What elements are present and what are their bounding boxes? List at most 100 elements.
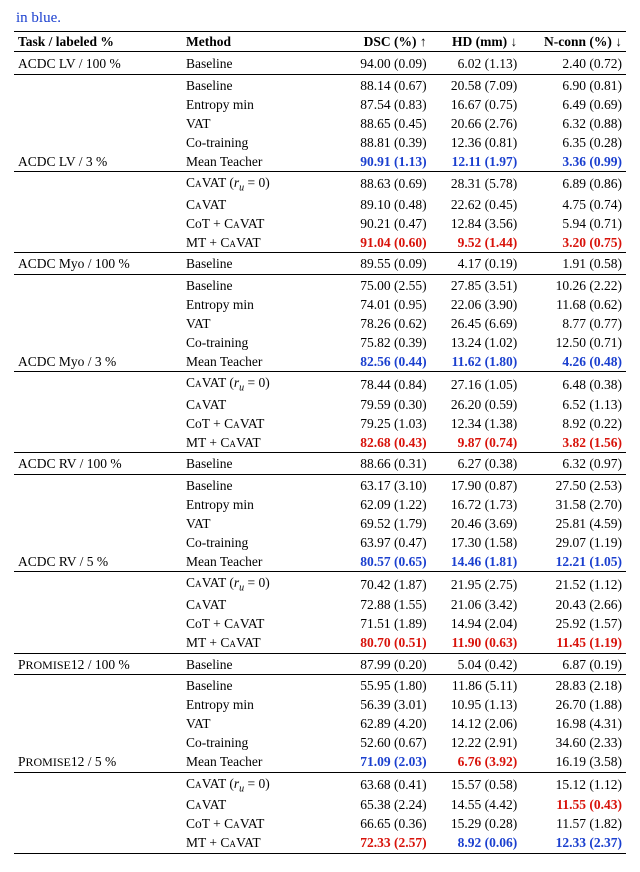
task-cell bbox=[14, 314, 182, 333]
method-cell: CoT + CaVAT bbox=[182, 615, 340, 634]
table-row: CoT + CaVAT66.65 (0.36)15.29 (0.28)11.57… bbox=[14, 815, 626, 834]
table-row: MT + CaVAT82.68 (0.43)9.87 (0.74)3.82 (1… bbox=[14, 433, 626, 453]
task-cell: ACDC LV / 3 % bbox=[14, 152, 182, 172]
table-row: CaVAT89.10 (0.48)22.62 (0.45)4.75 (0.74) bbox=[14, 195, 626, 214]
table-cell: 2.40 (0.72) bbox=[521, 52, 626, 74]
table-row: Baseline88.14 (0.67)20.58 (7.09)6.90 (0.… bbox=[14, 74, 626, 95]
table-cell: 8.77 (0.77) bbox=[521, 314, 626, 333]
method-cell: Co-training bbox=[182, 133, 340, 152]
table-cell: 6.89 (0.86) bbox=[521, 172, 626, 196]
table-cell: 4.26 (0.48) bbox=[521, 352, 626, 372]
table-cell: 56.39 (3.01) bbox=[340, 696, 431, 715]
table-cell: 21.95 (2.75) bbox=[431, 572, 522, 596]
method-cell: Co-training bbox=[182, 533, 340, 552]
table-cell: 4.75 (0.74) bbox=[521, 195, 626, 214]
table-cell: 3.20 (0.75) bbox=[521, 233, 626, 253]
table-row: MT + CaVAT91.04 (0.60)9.52 (1.44)3.20 (0… bbox=[14, 233, 626, 253]
table-cell: 66.65 (0.36) bbox=[340, 815, 431, 834]
task-cell bbox=[14, 433, 182, 453]
table-cell: 74.01 (0.95) bbox=[340, 295, 431, 314]
table-cell: 3.82 (1.56) bbox=[521, 433, 626, 453]
table-row: CaVAT (ru = 0)88.63 (0.69)28.31 (5.78)6.… bbox=[14, 172, 626, 196]
header-row: Task / labeled % Method DSC (%) ↑ HD (mm… bbox=[14, 32, 626, 52]
method-cell: MT + CaVAT bbox=[182, 233, 340, 253]
table-cell: 17.30 (1.58) bbox=[431, 533, 522, 552]
task-cell bbox=[14, 634, 182, 654]
method-cell: VAT bbox=[182, 514, 340, 533]
task-cell bbox=[14, 372, 182, 396]
table-cell: 55.95 (1.80) bbox=[340, 675, 431, 696]
table-row: CaVAT65.38 (2.24)14.55 (4.42)11.55 (0.43… bbox=[14, 796, 626, 815]
method-cell: CaVAT bbox=[182, 195, 340, 214]
table-cell: 80.70 (0.51) bbox=[340, 634, 431, 654]
table-cell: 72.88 (1.55) bbox=[340, 596, 431, 615]
table-cell: 14.55 (4.42) bbox=[431, 796, 522, 815]
task-cell bbox=[14, 395, 182, 414]
table-cell: 12.36 (0.81) bbox=[431, 133, 522, 152]
task-cell: ACDC Myo / 3 % bbox=[14, 352, 182, 372]
table-cell: 12.21 (1.05) bbox=[521, 552, 626, 572]
table-cell: 11.45 (1.19) bbox=[521, 634, 626, 654]
table-row: Entropy min87.54 (0.83)16.67 (0.75)6.49 … bbox=[14, 95, 626, 114]
table-cell: 12.84 (3.56) bbox=[431, 214, 522, 233]
table-cell: 20.46 (3.69) bbox=[431, 514, 522, 533]
task-cell bbox=[14, 274, 182, 295]
table-cell: 12.33 (2.37) bbox=[521, 834, 626, 854]
table-cell: 79.25 (1.03) bbox=[340, 414, 431, 433]
method-cell: Baseline bbox=[182, 453, 340, 475]
method-cell: CoT + CaVAT bbox=[182, 815, 340, 834]
table-cell: 20.43 (2.66) bbox=[521, 596, 626, 615]
table-cell: 88.66 (0.31) bbox=[340, 453, 431, 475]
table-row: CaVAT (ru = 0)70.42 (1.87)21.95 (2.75)21… bbox=[14, 572, 626, 596]
task-cell bbox=[14, 675, 182, 696]
table-cell: 65.38 (2.24) bbox=[340, 796, 431, 815]
table-row: MT + CaVAT80.70 (0.51)11.90 (0.63)11.45 … bbox=[14, 634, 626, 654]
method-cell: CoT + CaVAT bbox=[182, 414, 340, 433]
table-cell: 62.89 (4.20) bbox=[340, 715, 431, 734]
table-cell: 62.09 (1.22) bbox=[340, 495, 431, 514]
task-cell bbox=[14, 514, 182, 533]
table-cell: 11.55 (0.43) bbox=[521, 796, 626, 815]
table-cell: 79.59 (0.30) bbox=[340, 395, 431, 414]
table-cell: 28.83 (2.18) bbox=[521, 675, 626, 696]
table-row: VAT78.26 (0.62)26.45 (6.69)8.77 (0.77) bbox=[14, 314, 626, 333]
table-cell: 29.07 (1.19) bbox=[521, 533, 626, 552]
task-cell bbox=[14, 214, 182, 233]
method-cell: Baseline bbox=[182, 274, 340, 295]
table-row: CaVAT (ru = 0)63.68 (0.41)15.57 (0.58)15… bbox=[14, 772, 626, 796]
table-cell: 63.97 (0.47) bbox=[340, 533, 431, 552]
table-cell: 82.56 (0.44) bbox=[340, 352, 431, 372]
table-cell: 12.11 (1.97) bbox=[431, 152, 522, 172]
task-cell bbox=[14, 815, 182, 834]
table-row: Co-training75.82 (0.39)13.24 (1.02)12.50… bbox=[14, 333, 626, 352]
table-cell: 6.48 (0.38) bbox=[521, 372, 626, 396]
table-cell: 12.50 (0.71) bbox=[521, 333, 626, 352]
table-row: CaVAT (ru = 0)78.44 (0.84)27.16 (1.05)6.… bbox=[14, 372, 626, 396]
table-cell: 52.60 (0.67) bbox=[340, 734, 431, 753]
table-row: ACDC LV / 3 %Mean Teacher90.91 (1.13)12.… bbox=[14, 152, 626, 172]
table-cell: 17.90 (0.87) bbox=[431, 474, 522, 495]
pre-text: in blue. bbox=[16, 10, 626, 27]
table-cell: 15.29 (0.28) bbox=[431, 815, 522, 834]
table-row: Baseline63.17 (3.10)17.90 (0.87)27.50 (2… bbox=[14, 474, 626, 495]
table-cell: 80.57 (0.65) bbox=[340, 552, 431, 572]
table-cell: 28.31 (5.78) bbox=[431, 172, 522, 196]
table-cell: 88.65 (0.45) bbox=[340, 114, 431, 133]
table-cell: 27.16 (1.05) bbox=[431, 372, 522, 396]
table-cell: 11.68 (0.62) bbox=[521, 295, 626, 314]
table-cell: 9.87 (0.74) bbox=[431, 433, 522, 453]
method-cell: Mean Teacher bbox=[182, 552, 340, 572]
table-row: Entropy min62.09 (1.22)16.72 (1.73)31.58… bbox=[14, 495, 626, 514]
table-row: VAT62.89 (4.20)14.12 (2.06)16.98 (4.31) bbox=[14, 715, 626, 734]
table-cell: 75.82 (0.39) bbox=[340, 333, 431, 352]
method-cell: CaVAT (ru = 0) bbox=[182, 172, 340, 196]
col-hd: HD (mm) ↓ bbox=[431, 32, 522, 52]
table-cell: 34.60 (2.33) bbox=[521, 734, 626, 753]
method-cell: CaVAT bbox=[182, 796, 340, 815]
table-cell: 75.00 (2.55) bbox=[340, 274, 431, 295]
table-cell: 31.58 (2.70) bbox=[521, 495, 626, 514]
task-cell bbox=[14, 74, 182, 95]
table-cell: 21.06 (3.42) bbox=[431, 596, 522, 615]
table-row: Entropy min74.01 (0.95)22.06 (3.90)11.68… bbox=[14, 295, 626, 314]
table-cell: 12.22 (2.91) bbox=[431, 734, 522, 753]
